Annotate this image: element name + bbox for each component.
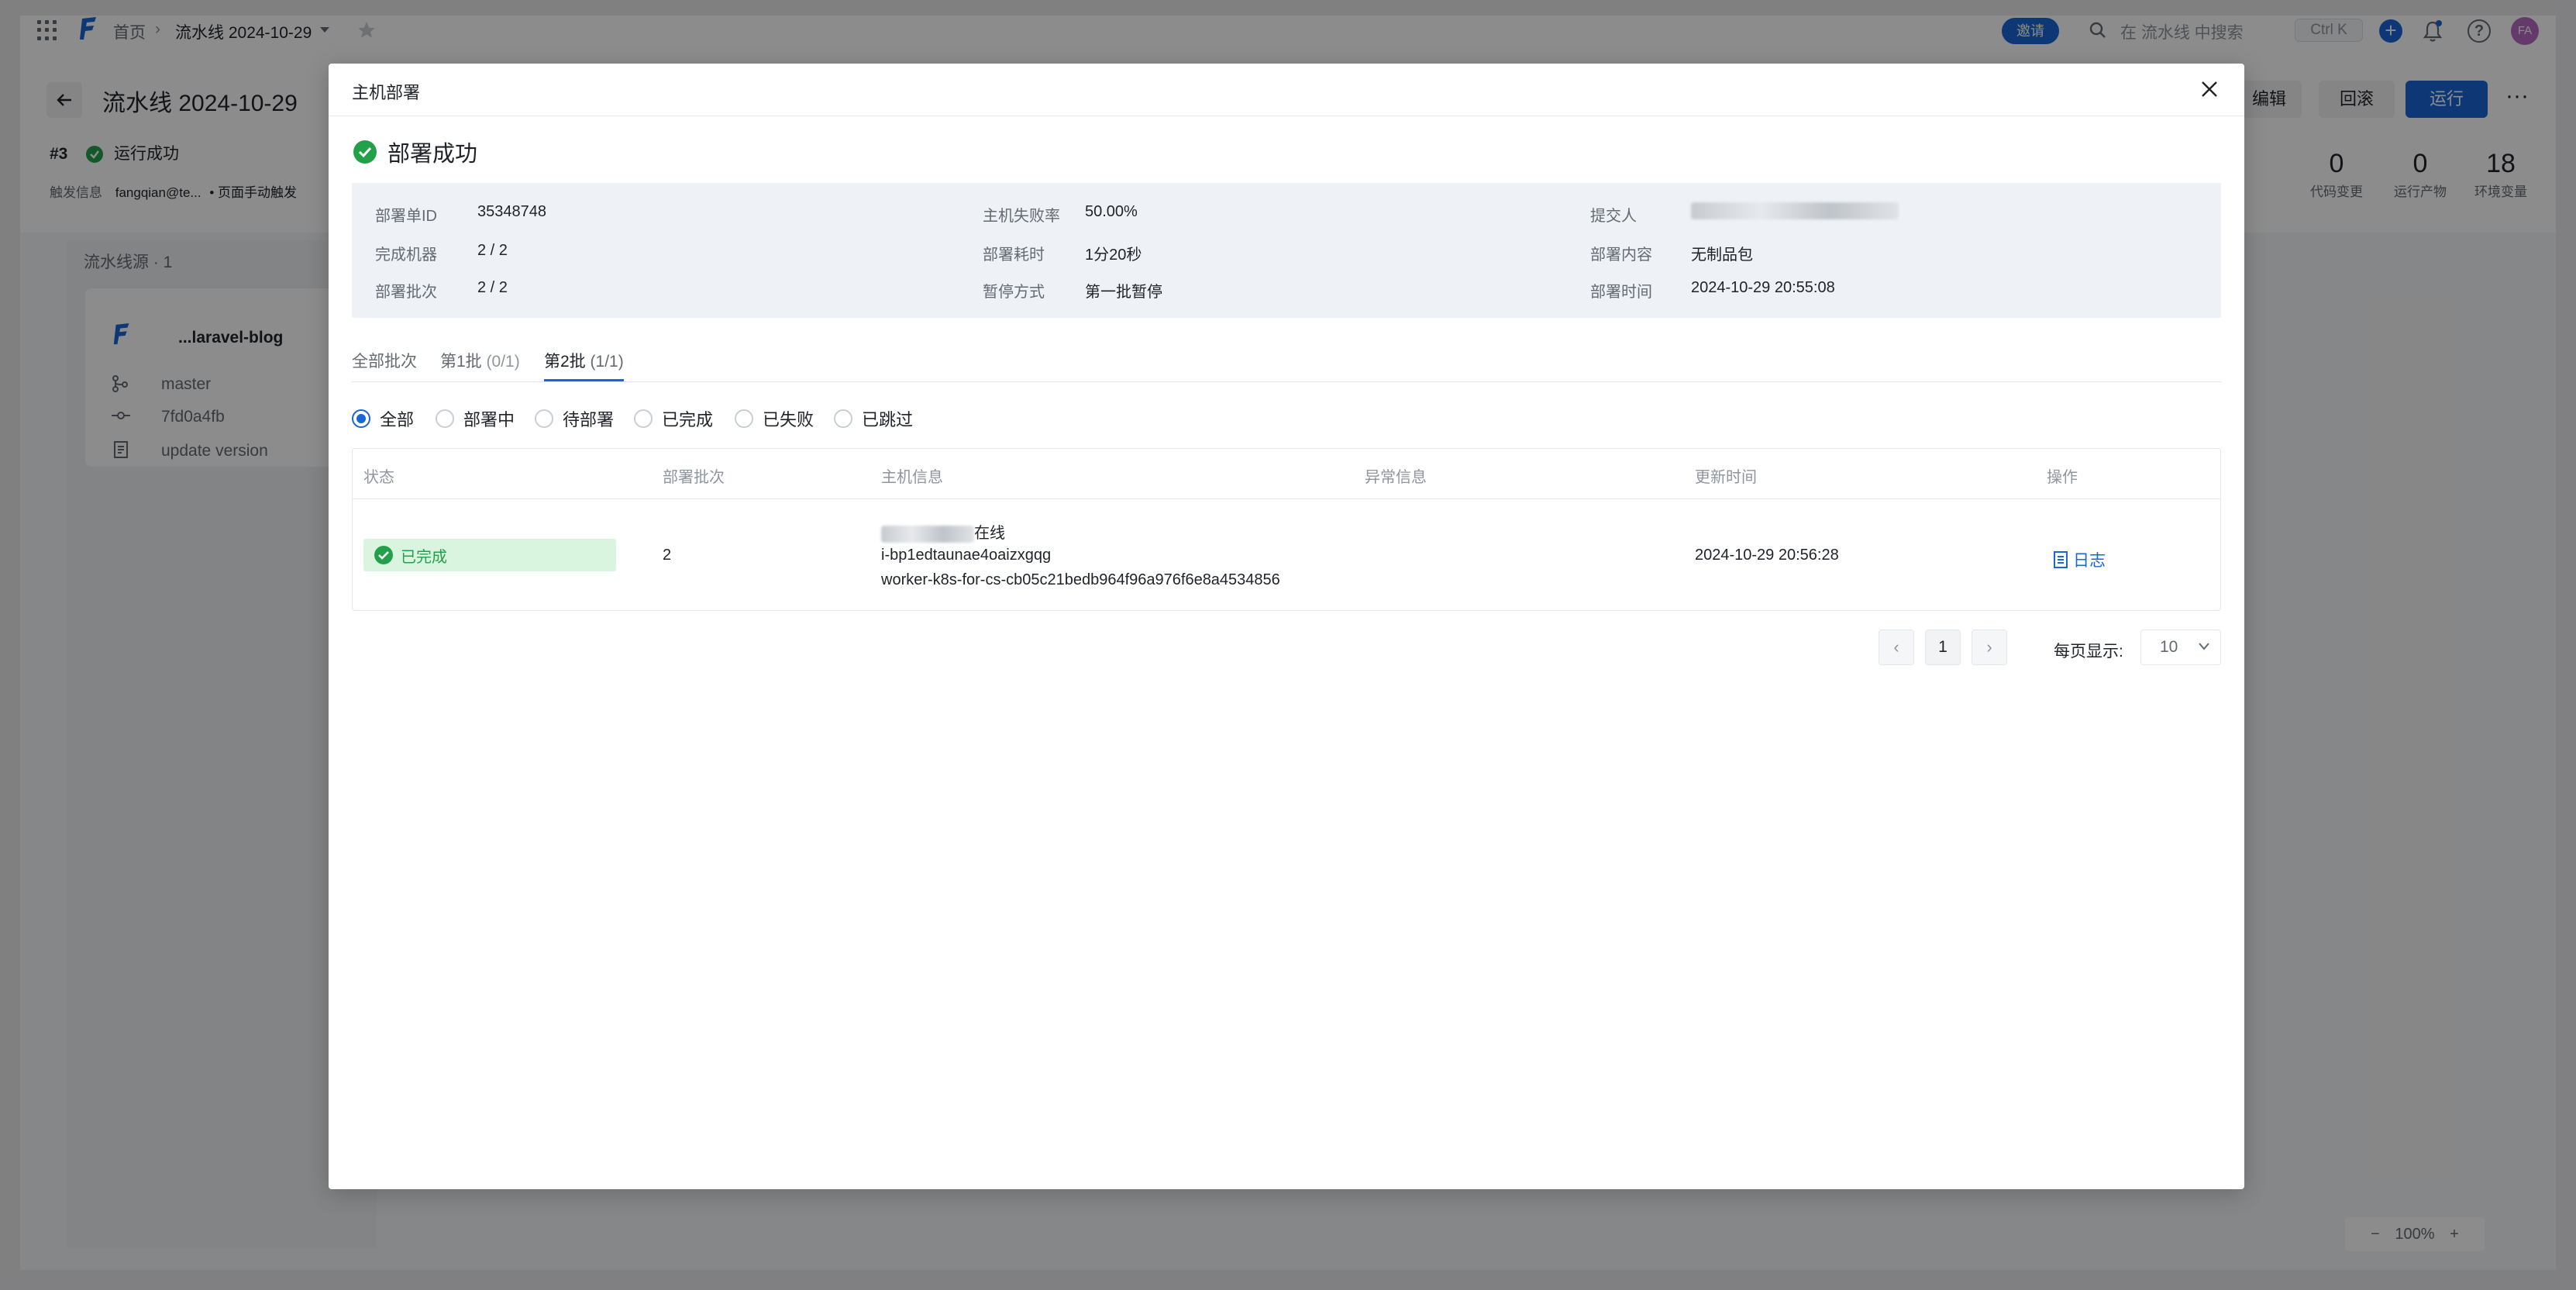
info-deploy-id: 部署单ID 35348748: [375, 203, 546, 226]
filter-all[interactable]: 全部: [352, 405, 414, 433]
filter-pending[interactable]: 待部署: [535, 405, 614, 433]
deploy-info-panel: 部署单ID 35348748 完成机器 2 / 2 部署批次 2 / 2 主机失…: [352, 183, 2221, 318]
info-time: 部署时间 2024-10-29 20:55:08: [1590, 279, 1835, 302]
prev-page-button[interactable]: ‹: [1879, 629, 1914, 665]
host-online-text: 在线: [974, 525, 1005, 542]
info-duration: 部署耗时 1分20秒: [983, 242, 1142, 264]
tab-label: 全部批次: [352, 353, 417, 371]
check-circle-icon: [374, 546, 393, 564]
radio-icon: [834, 409, 852, 428]
info-pause-mode: 暂停方式 第一批暂停: [983, 279, 1162, 302]
info-label: 部署批次: [375, 284, 437, 301]
tab-all-batches[interactable]: 全部批次: [352, 349, 417, 381]
info-value: 2024-10-29 20:55:08: [1691, 279, 1835, 296]
column-header-updated: 更新时间: [1695, 469, 1757, 486]
chevron-down-icon: [2199, 643, 2209, 650]
tab-count: (1/1): [590, 353, 624, 371]
deploy-status-text: 部署成功: [387, 142, 478, 167]
radio-checked-icon: [352, 409, 370, 428]
modal-header: 主机部署: [329, 64, 2244, 116]
status-badge: 已完成: [363, 539, 616, 571]
radio-icon: [735, 409, 753, 428]
info-value: 无制品包: [1691, 247, 1753, 264]
next-page-button[interactable]: ›: [1972, 629, 2007, 665]
submitter-redacted: [1691, 202, 1899, 219]
info-label: 部署时间: [1590, 284, 1652, 301]
info-label: 部署内容: [1590, 247, 1652, 264]
table-header-divider: [353, 498, 2220, 499]
filter-deploying[interactable]: 部署中: [436, 405, 515, 433]
tabs-divider: [352, 381, 2221, 382]
cell-updated-time: 2024-10-29 20:56:28: [1695, 547, 1839, 564]
page-size-label: 每页显示:: [2054, 643, 2123, 661]
radio-icon: [634, 409, 653, 428]
page-size-select[interactable]: 10: [2140, 629, 2221, 665]
cell-host-status: 在线: [881, 520, 1005, 543]
status-text: 已完成: [401, 548, 447, 566]
modal-title: 主机部署: [352, 83, 421, 102]
filter-label: 部署中: [463, 410, 515, 429]
column-header-action: 操作: [2047, 469, 2078, 486]
info-label: 部署耗时: [983, 247, 1045, 264]
info-fail-rate: 主机失败率 50.00%: [983, 203, 1138, 226]
tab-label: 第2批: [544, 353, 586, 371]
host-ip-redacted: [881, 525, 974, 543]
page-size-value: 10: [2160, 638, 2178, 656]
column-header-error: 异常信息: [1365, 469, 1427, 486]
info-finished: 完成机器 2 / 2: [375, 242, 508, 264]
info-value: 1分20秒: [1085, 247, 1142, 264]
info-value: 50.00%: [1085, 203, 1138, 220]
filter-label: 已完成: [662, 410, 714, 429]
info-label: 主机失败率: [983, 208, 1060, 225]
page-number[interactable]: 1: [1925, 629, 1961, 665]
filter-label: 已失败: [763, 410, 814, 429]
column-header-status: 状态: [363, 469, 394, 486]
host-deploy-modal: 主机部署 部署成功 部署单ID 35348748 完成机器 2 / 2 部署批次…: [329, 64, 2244, 1189]
tab-count: (0/1): [486, 353, 520, 371]
filter-label: 待部署: [563, 410, 615, 429]
tab-label: 第1批: [440, 353, 482, 371]
cell-host-name: worker-k8s-for-cs-cb05c21bedb964f96a976f…: [881, 571, 1280, 588]
radio-icon: [436, 409, 454, 428]
radio-icon: [535, 409, 553, 428]
info-value: 第一批暂停: [1085, 284, 1162, 301]
filter-skipped[interactable]: 已跳过: [834, 405, 913, 433]
info-label: 暂停方式: [983, 284, 1045, 301]
cell-host-id: i-bp1edtaunae4oaizxgqg: [881, 547, 1052, 564]
log-link[interactable]: 日志: [2053, 548, 2106, 571]
tab-batch-1[interactable]: 第1批 (0/1): [440, 349, 520, 381]
deploy-status-row: 部署成功: [353, 136, 477, 167]
info-submitter: 提交人: [1590, 202, 1899, 226]
tab-batch-2[interactable]: 第2批 (1/1): [544, 349, 624, 381]
log-link-text: 日志: [2073, 552, 2106, 570]
info-value: 35348748: [477, 203, 546, 220]
column-header-host: 主机信息: [881, 469, 943, 486]
info-label: 部署单ID: [375, 208, 437, 225]
log-document-icon: [2054, 551, 2068, 568]
info-label: 完成机器: [375, 247, 437, 264]
filter-failed[interactable]: 已失败: [735, 405, 814, 433]
info-value: 2 / 2: [477, 279, 508, 296]
filter-label: 全部: [380, 410, 415, 429]
filter-label: 已跳过: [862, 410, 914, 429]
host-table: 状态 部署批次 主机信息 异常信息 更新时间 操作 已完成 2 在线 i-bp1…: [352, 448, 2221, 611]
check-circle-icon: [353, 140, 377, 164]
filter-completed[interactable]: 已完成: [634, 405, 713, 433]
column-header-batch: 部署批次: [663, 469, 725, 486]
info-batch: 部署批次 2 / 2: [375, 279, 508, 302]
info-content: 部署内容 无制品包: [1590, 242, 1753, 264]
info-label: 提交人: [1590, 208, 1637, 225]
info-value: 2 / 2: [477, 242, 508, 259]
close-icon[interactable]: [2198, 78, 2221, 101]
cell-batch: 2: [663, 547, 672, 564]
